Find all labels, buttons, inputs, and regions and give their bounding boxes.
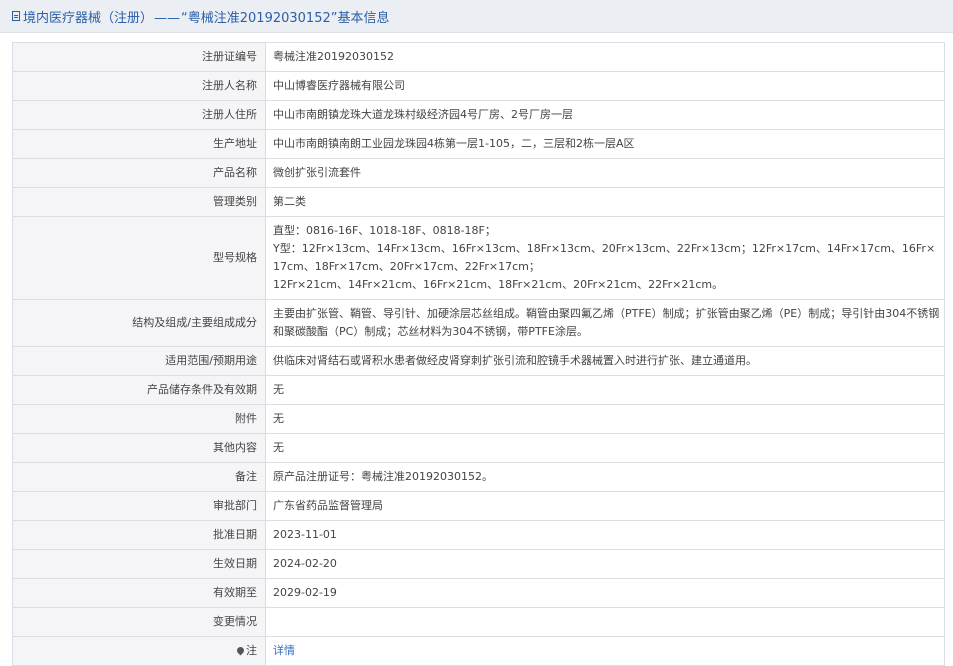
value-approval-dept: 广东省药品监督管理局 <box>265 491 945 521</box>
label-production-address: 生产地址 <box>12 129 266 159</box>
value-model-spec: 直型：0816-16F、1018-18F、0818-18F； Y型：12Fr×1… <box>265 216 945 300</box>
label-registrant-name: 注册人名称 <box>12 71 266 101</box>
title-suffix: 基本信息 <box>337 10 390 26</box>
row-attachments: 附件 无 <box>12 404 945 434</box>
page-title: 境内医疗器械（注册）——“粤械注准20192030152”基本信息 <box>23 7 389 26</box>
row-product-name: 产品名称 微创扩张引流套件 <box>12 158 945 188</box>
row-storage: 产品储存条件及有效期 无 <box>12 375 945 405</box>
row-registrant-address: 注册人住所 中山市南朗镇龙珠大道龙珠村级经济园4号厂房、2号厂房一层 <box>12 100 945 130</box>
label-note: 注 <box>12 636 266 666</box>
value-approval-date: 2023-11-01 <box>265 520 945 550</box>
value-structure: 主要由扩张管、鞘管、导引针、加硬涂层芯丝组成。鞘管由聚四氟乙烯（PTFE）制成；… <box>265 299 945 347</box>
value-storage: 无 <box>265 375 945 405</box>
label-intended-use: 适用范围/预期用途 <box>12 346 266 376</box>
model-spec-line: 直型：0816-16F、1018-18F、0818-18F； <box>273 224 496 237</box>
page-header: 境内医疗器械（注册）——“粤械注准20192030152”基本信息 <box>0 0 953 33</box>
value-intended-use: 供临床对肾结石或肾积水患者做经皮肾穿刺扩张引流和腔镜手术器械置入时进行扩张、建立… <box>265 346 945 376</box>
value-expiry-date: 2029-02-19 <box>265 578 945 608</box>
label-attachments: 附件 <box>12 404 266 434</box>
row-management-category: 管理类别 第二类 <box>12 187 945 217</box>
value-registration-number: 粤械注准20192030152 <box>265 42 945 72</box>
value-attachments: 无 <box>265 404 945 434</box>
row-remarks: 备注 原产品注册证号：粤械注准20192030152。 <box>12 462 945 492</box>
label-changes: 变更情况 <box>12 607 266 637</box>
label-other: 其他内容 <box>12 433 266 463</box>
row-production-address: 生产地址 中山市南朗镇南朗工业园龙珠园4栋第一层1-105，二，三层和2栋一层A… <box>12 129 945 159</box>
value-production-address: 中山市南朗镇南朗工业园龙珠园4栋第一层1-105，二，三层和2栋一层A区 <box>265 129 945 159</box>
label-structure: 结构及组成/主要组成成分 <box>12 299 266 347</box>
model-spec-line: Y型：12Fr×13cm、14Fr×13cm、16Fr×13cm、18Fr×13… <box>273 242 936 273</box>
label-model-spec: 型号规格 <box>12 216 266 300</box>
row-model-spec: 型号规格 直型：0816-16F、1018-18F、0818-18F； Y型：1… <box>12 216 945 300</box>
document-icon <box>12 11 20 21</box>
value-note: 详情 <box>265 636 945 666</box>
row-approval-date: 批准日期 2023-11-01 <box>12 520 945 550</box>
value-other: 无 <box>265 433 945 463</box>
value-registrant-address: 中山市南朗镇龙珠大道龙珠村级经济园4号厂房、2号厂房一层 <box>265 100 945 130</box>
row-registration-number: 注册证编号 粤械注准20192030152 <box>12 42 945 72</box>
value-remarks: 原产品注册证号：粤械注准20192030152。 <box>265 462 945 492</box>
title-number: “粤械注准20192030152” <box>181 10 338 26</box>
title-separator: —— <box>154 10 181 26</box>
row-other: 其他内容 无 <box>12 433 945 463</box>
value-changes <box>265 607 945 637</box>
title-prefix: 境内医疗器械（注册） <box>23 10 154 26</box>
value-effective-date: 2024-02-20 <box>265 549 945 579</box>
label-expiry-date: 有效期至 <box>12 578 266 608</box>
pin-icon <box>235 645 246 656</box>
label-storage: 产品储存条件及有效期 <box>12 375 266 405</box>
label-product-name: 产品名称 <box>12 158 266 188</box>
row-intended-use: 适用范围/预期用途 供临床对肾结石或肾积水患者做经皮肾穿刺扩张引流和腔镜手术器械… <box>12 346 945 376</box>
label-effective-date: 生效日期 <box>12 549 266 579</box>
row-expiry-date: 有效期至 2029-02-19 <box>12 578 945 608</box>
label-registrant-address: 注册人住所 <box>12 100 266 130</box>
value-registrant-name: 中山博睿医疗器械有限公司 <box>265 71 945 101</box>
row-registrant-name: 注册人名称 中山博睿医疗器械有限公司 <box>12 71 945 101</box>
row-note: 注 详情 <box>12 636 945 666</box>
label-remarks: 备注 <box>12 462 266 492</box>
row-approval-dept: 审批部门 广东省药品监督管理局 <box>12 491 945 521</box>
row-structure: 结构及组成/主要组成成分 主要由扩张管、鞘管、导引针、加硬涂层芯丝组成。鞘管由聚… <box>12 299 945 347</box>
value-management-category: 第二类 <box>265 187 945 217</box>
model-spec-line: 12Fr×21cm、14Fr×21cm、16Fr×21cm、18Fr×21cm、… <box>273 278 724 291</box>
label-management-category: 管理类别 <box>12 187 266 217</box>
row-changes: 变更情况 <box>12 607 945 637</box>
row-effective-date: 生效日期 2024-02-20 <box>12 549 945 579</box>
label-approval-dept: 审批部门 <box>12 491 266 521</box>
label-registration-number: 注册证编号 <box>12 42 266 72</box>
value-product-name: 微创扩张引流套件 <box>265 158 945 188</box>
label-approval-date: 批准日期 <box>12 520 266 550</box>
info-table: 注册证编号 粤械注准20192030152 注册人名称 中山博睿医疗器械有限公司… <box>12 42 945 666</box>
